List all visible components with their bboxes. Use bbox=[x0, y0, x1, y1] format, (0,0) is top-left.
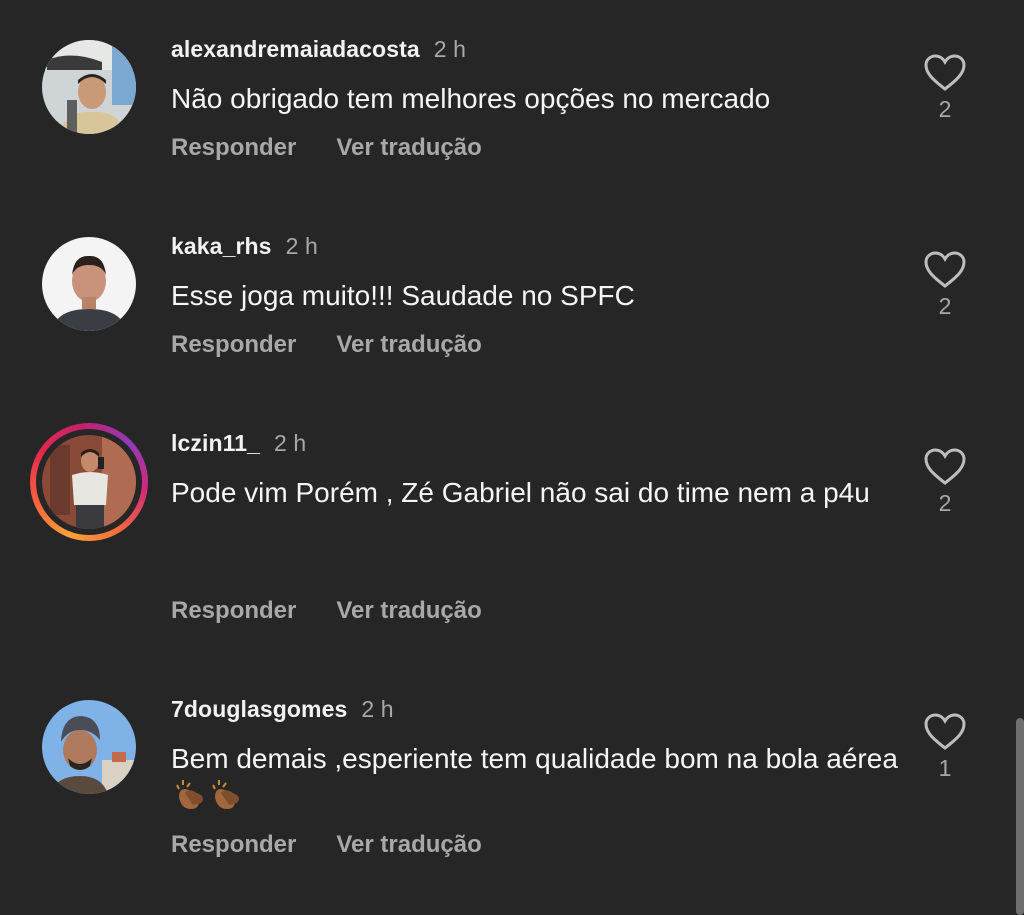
clapping-hands-emoji-icon bbox=[176, 780, 203, 809]
username-link[interactable]: lczin11_ bbox=[171, 430, 260, 456]
like-count: 1 bbox=[938, 755, 952, 781]
comment-header: 7douglasgomes 2 h bbox=[171, 696, 394, 723]
comment-actions: Responder Ver tradução bbox=[171, 134, 482, 162]
comment-text: Não obrigado tem melhores opções no merc… bbox=[171, 83, 771, 114]
like-group: 1 bbox=[918, 713, 972, 782]
reply-button[interactable]: Responder bbox=[171, 134, 296, 161]
comment-actions: Responder Ver tradução bbox=[171, 331, 482, 359]
translate-button[interactable]: Ver tradução bbox=[336, 597, 481, 624]
heart-outline-icon[interactable] bbox=[924, 448, 966, 486]
avatar[interactable] bbox=[42, 237, 136, 331]
like-count: 2 bbox=[938, 293, 952, 319]
reply-button[interactable]: Responder bbox=[171, 597, 296, 624]
comment-time: 2 h bbox=[433, 36, 467, 62]
like-count: 2 bbox=[938, 490, 952, 516]
username-link[interactable]: 7douglasgomes bbox=[171, 696, 347, 722]
comment-text-content: Bem demais ,esperiente tem qualidade bom… bbox=[171, 743, 898, 774]
translate-button[interactable]: Ver tradução bbox=[336, 134, 481, 161]
avatar[interactable] bbox=[42, 40, 136, 134]
like-count: 2 bbox=[938, 96, 952, 122]
comment-text: Pode vim Porém , Zé Gabriel não sai do t… bbox=[171, 477, 870, 508]
comment-actions: Responder Ver tradução bbox=[171, 597, 482, 625]
like-group: 2 bbox=[918, 251, 972, 320]
translate-button[interactable]: Ver tradução bbox=[336, 831, 481, 858]
comment-text: Esse joga muito!!! Saudade no SPFC bbox=[171, 280, 635, 311]
reply-button[interactable]: Responder bbox=[171, 331, 296, 358]
heart-outline-icon[interactable] bbox=[924, 713, 966, 751]
heart-outline-icon[interactable] bbox=[924, 251, 966, 289]
comment-text: Bem demais ,esperiente tem qualidade bom… bbox=[171, 740, 901, 814]
comment-header: lczin11_ 2 h bbox=[171, 430, 306, 457]
username-link[interactable]: alexandremaiadacosta bbox=[171, 36, 420, 62]
like-group: 2 bbox=[918, 448, 972, 517]
comment-header: alexandremaiadacosta 2 h bbox=[171, 36, 466, 63]
comment-header: kaka_rhs 2 h bbox=[171, 233, 318, 260]
username-link[interactable]: kaka_rhs bbox=[171, 233, 272, 259]
story-ring[interactable] bbox=[30, 423, 148, 541]
comment-time: 2 h bbox=[285, 233, 318, 259]
reply-button[interactable]: Responder bbox=[171, 831, 296, 858]
comment-time: 2 h bbox=[274, 430, 307, 456]
like-group: 2 bbox=[918, 54, 972, 123]
avatar[interactable] bbox=[42, 435, 136, 529]
avatar[interactable] bbox=[42, 700, 136, 794]
comment-actions: Responder Ver tradução bbox=[171, 831, 482, 859]
scrollbar[interactable] bbox=[1016, 718, 1024, 915]
comments-list: alexandremaiadacosta 2 h Não obrigado tem… bbox=[0, 0, 1024, 915]
translate-button[interactable]: Ver tradução bbox=[336, 331, 481, 358]
comment-time: 2 h bbox=[361, 696, 394, 722]
heart-outline-icon[interactable] bbox=[924, 54, 966, 92]
clapping-hands-emoji-icon bbox=[212, 780, 239, 809]
